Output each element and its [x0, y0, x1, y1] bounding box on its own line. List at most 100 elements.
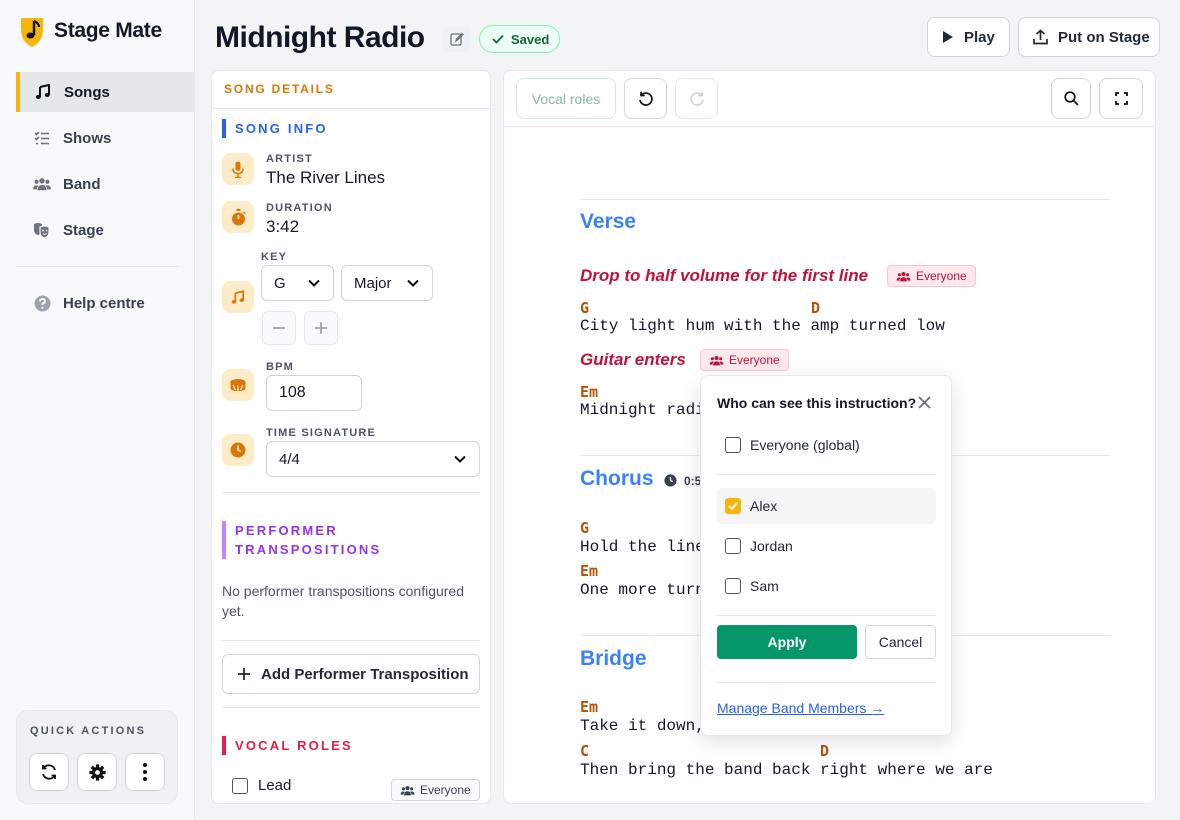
lyric-line[interactable]: Midnight radi: [580, 401, 705, 419]
divider: [222, 640, 480, 641]
mode-select[interactable]: Major: [341, 265, 433, 301]
edit-title-button[interactable]: [443, 26, 471, 52]
refresh-button[interactable]: [29, 753, 69, 791]
chord[interactable]: Em: [580, 562, 598, 580]
lyric-line[interactable]: Then bring the band back right where we …: [580, 761, 993, 779]
plus-icon: [237, 667, 251, 681]
option-everyone[interactable]: Everyone (global): [717, 427, 936, 463]
redo-button[interactable]: [675, 78, 718, 119]
artist-value: The River Lines: [266, 168, 386, 187]
sidebar-item-help[interactable]: Help centre: [16, 283, 194, 323]
pencil-icon: [450, 32, 464, 46]
time-signature-select[interactable]: 4/4: [266, 441, 480, 477]
lead-visibility-badge[interactable]: Everyone: [391, 779, 480, 801]
alex-checkbox[interactable]: [725, 498, 741, 514]
chord[interactable]: G: [580, 299, 589, 317]
no-transpositions-message: No performer transpositions configured y…: [222, 583, 465, 619]
close-button[interactable]: [918, 396, 931, 409]
apply-button[interactable]: Apply: [717, 625, 857, 659]
instruction-text[interactable]: Drop to half volume for the first line: [580, 266, 868, 286]
theater-masks-icon: [33, 221, 51, 239]
put-on-stage-label: Put on Stage: [1058, 28, 1150, 46]
app-name: Stage Mate: [54, 19, 162, 42]
quick-actions-label: QUICK ACTIONS: [30, 725, 147, 737]
option-member-jordan[interactable]: Jordan: [717, 528, 936, 564]
app-logo[interactable]: Stage Mate: [18, 14, 162, 48]
vocal-role-lead[interactable]: Lead: [232, 777, 291, 794]
settings-button[interactable]: [77, 753, 117, 791]
sam-checkbox[interactable]: [725, 578, 741, 594]
play-icon: [942, 30, 954, 44]
undo-button[interactable]: [624, 78, 667, 119]
chord[interactable]: D: [820, 742, 829, 760]
manage-band-members-link[interactable]: Manage Band Members →: [717, 700, 884, 716]
lead-label: Lead: [258, 777, 292, 794]
put-on-stage-button[interactable]: Put on Stage: [1018, 17, 1160, 57]
sidebar-item-stage[interactable]: Stage: [16, 210, 194, 250]
chord[interactable]: C: [580, 742, 589, 760]
lyric-line[interactable]: City light hum with the amp turned low: [580, 317, 945, 335]
section-divider: [580, 199, 1111, 200]
play-button[interactable]: Play: [927, 17, 1010, 57]
fullscreen-button[interactable]: [1099, 78, 1143, 119]
saved-label: Saved: [511, 31, 550, 47]
chevron-down-icon: [453, 452, 467, 466]
plus-icon: [314, 321, 328, 335]
chord[interactable]: D: [811, 299, 820, 317]
key-select[interactable]: G: [261, 265, 334, 301]
saved-status-badge: Saved: [479, 25, 560, 53]
upload-icon: [1033, 29, 1048, 45]
sidebar-item-label: Shows: [63, 129, 112, 147]
option-member-alex[interactable]: Alex: [717, 488, 936, 524]
option-member-sam[interactable]: Sam: [717, 568, 936, 604]
clock-icon: [664, 474, 677, 487]
lyric-line[interactable]: Hold the line: [580, 538, 705, 556]
instruction-text[interactable]: Guitar enters: [580, 350, 686, 370]
sidebar-item-band[interactable]: Band: [16, 164, 194, 204]
duration-value: 3:42: [266, 217, 300, 236]
sidebar-item-shows[interactable]: Shows: [16, 118, 194, 158]
music-note-logo-icon: [18, 14, 46, 48]
checklist-icon: [33, 129, 51, 147]
instruction-visibility-badge[interactable]: Everyone: [887, 265, 976, 287]
performer-transpositions-heading: PERFORMER TRANSPOSITIONS: [222, 521, 402, 559]
divider: [717, 474, 936, 475]
section-heading-bridge[interactable]: Bridge: [580, 647, 647, 671]
chord[interactable]: Em: [580, 698, 598, 716]
vocal-roles-button[interactable]: Vocal roles: [516, 78, 616, 119]
more-options-button[interactable]: [125, 753, 165, 791]
cancel-button[interactable]: Cancel: [865, 625, 936, 659]
chord[interactable]: Em: [580, 383, 598, 401]
people-icon: [896, 271, 911, 282]
chord[interactable]: G: [580, 519, 589, 537]
divider: [717, 615, 936, 616]
everyone-checkbox[interactable]: [725, 437, 741, 453]
help-label: Help centre: [63, 294, 145, 312]
transpose-down-button[interactable]: [262, 311, 296, 345]
section-heading-verse[interactable]: Verse: [580, 210, 636, 234]
sidebar-item-label: Songs: [64, 83, 110, 101]
lyric-line[interactable]: One more turn: [580, 581, 705, 599]
song-info-heading: SONG INFO: [222, 119, 328, 138]
visibility-popover: Who can see this instruction? Everyone (…: [700, 375, 952, 736]
instruction-visibility-badge[interactable]: Everyone: [700, 349, 789, 371]
member-name: Jordan: [750, 538, 793, 554]
search-button[interactable]: [1051, 78, 1091, 119]
bpm-input[interactable]: [266, 375, 362, 411]
section-heading-chorus[interactable]: Chorus: [580, 467, 654, 491]
refresh-icon: [40, 763, 58, 781]
song-details-panel: SONG DETAILS SONG INFO ARTIST The River …: [211, 70, 491, 804]
redo-icon: [689, 91, 705, 107]
clock-icon: [222, 434, 254, 466]
sidebar-item-songs[interactable]: Songs: [16, 72, 194, 112]
add-performer-transposition-button[interactable]: Add Performer Transposition: [222, 654, 480, 694]
everyone-label: Everyone (global): [750, 437, 860, 453]
transpose-up-button[interactable]: [304, 311, 338, 345]
lyric-line[interactable]: Take it down,: [580, 717, 705, 735]
song-details-header: SONG DETAILS: [212, 71, 490, 109]
sidebar-item-label: Band: [63, 175, 101, 193]
badge-label: Everyone: [916, 269, 967, 283]
lead-checkbox[interactable]: [232, 777, 248, 794]
jordan-checkbox[interactable]: [725, 538, 741, 554]
lead-badge-label: Everyone: [420, 783, 471, 797]
